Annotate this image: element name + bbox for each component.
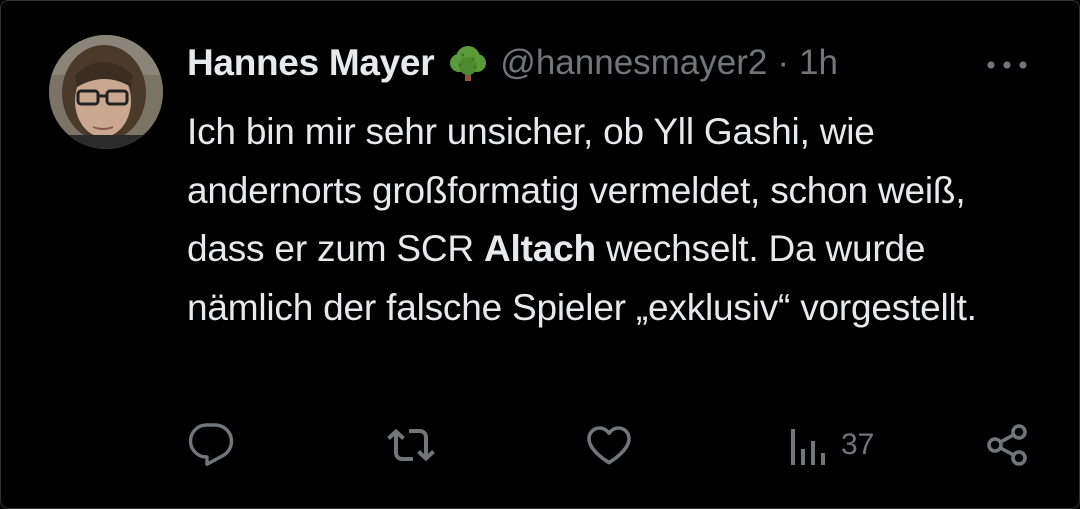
avatar-image bbox=[49, 35, 163, 149]
like-button[interactable] bbox=[585, 421, 633, 469]
retweet-button[interactable] bbox=[387, 421, 435, 469]
author-handle[interactable]: @hannesmayer2 bbox=[500, 43, 767, 83]
timestamp[interactable]: 1h bbox=[799, 43, 838, 83]
tweet-text-bold: Altach bbox=[484, 228, 596, 269]
avatar[interactable] bbox=[49, 35, 163, 149]
retweet-icon bbox=[387, 428, 435, 462]
tweet-card: Hannes Mayer @hannesmayer2 · 1h Ich bin bbox=[0, 0, 1080, 509]
share-button[interactable] bbox=[983, 421, 1031, 469]
tree-emoji-icon bbox=[448, 43, 488, 83]
views-button[interactable]: 37 bbox=[787, 421, 874, 469]
tweet-text: Ich bin mir sehr unsicher, ob Yll Gashi,… bbox=[187, 103, 1047, 337]
more-icon[interactable] bbox=[983, 53, 1031, 77]
author-name[interactable]: Hannes Mayer bbox=[187, 42, 435, 84]
tweet-header: Hannes Mayer @hannesmayer2 · 1h bbox=[187, 39, 838, 87]
views-icon bbox=[791, 429, 825, 465]
like-icon bbox=[587, 426, 631, 465]
share-icon bbox=[987, 424, 1027, 466]
reply-icon bbox=[188, 423, 234, 466]
separator-dot: · bbox=[777, 43, 790, 82]
views-count: 37 bbox=[841, 428, 875, 461]
reply-button[interactable] bbox=[187, 421, 235, 469]
